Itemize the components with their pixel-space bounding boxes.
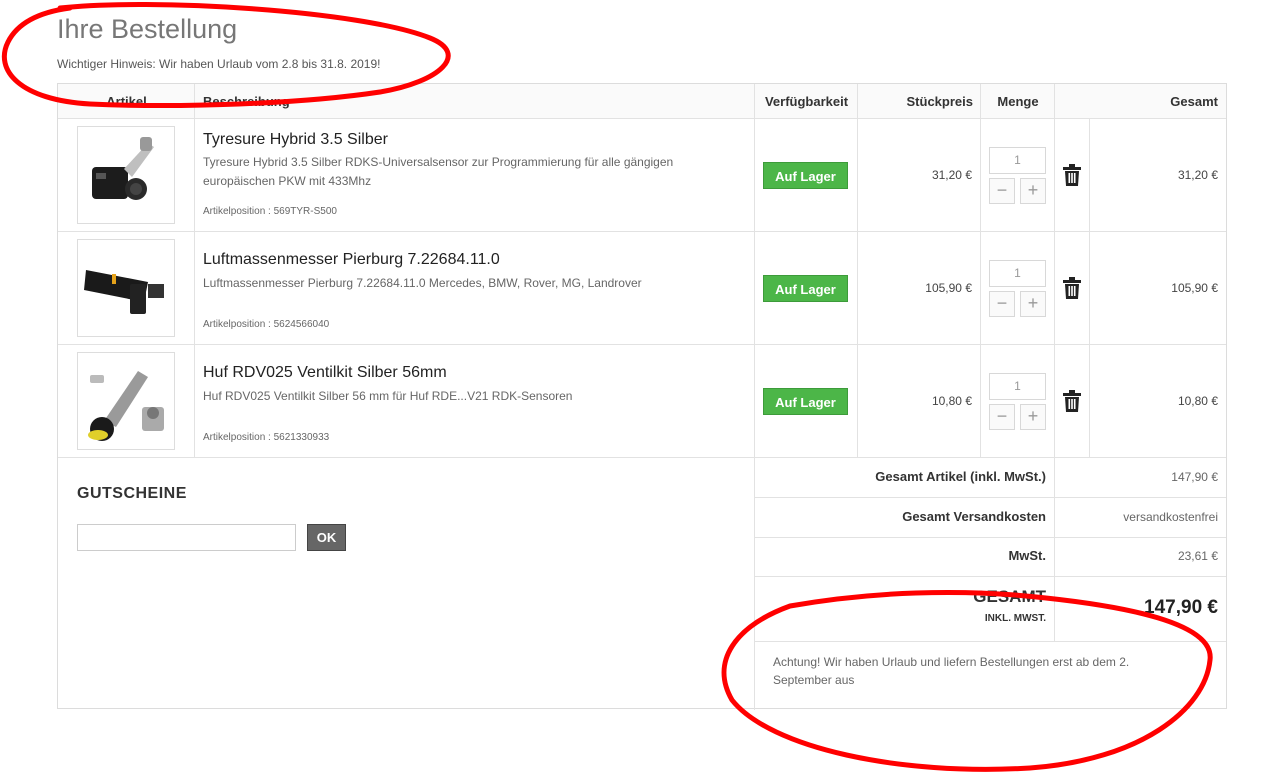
article-position: Artikelposition : 569TYR-S500 [203, 206, 337, 217]
grid-line [755, 497, 1226, 498]
grid-line [755, 576, 1226, 577]
vat-label: MwSt. [1008, 548, 1046, 563]
voucher-title: GUTSCHEINE [77, 485, 187, 502]
quantity-input[interactable]: 1 [989, 373, 1046, 400]
trash-icon[interactable] [1062, 390, 1082, 412]
quantity-decrease-button[interactable]: − [989, 178, 1015, 204]
vat-value: 23,61 € [1177, 549, 1218, 563]
cart-table: Artikel Beschreibung Verfügbarkeit Stück… [57, 83, 1227, 710]
table-row: Luftmassenmesser Pierburg 7.22684.11.0 L… [58, 232, 1226, 345]
holiday-note: Achtung! Wir haben Urlaub und liefern Be… [773, 655, 1130, 687]
quantity-increase-button[interactable]: + [1020, 404, 1046, 430]
air-mass-meter-image[interactable] [77, 239, 175, 337]
table-row: Huf RDV025 Ventilkit Silber 56mm Huf RDV… [58, 345, 1226, 458]
shipping-value: versandkostenfrei [1123, 510, 1218, 524]
product-description: Tyresure Hybrid 3.5 Silber RDKS-Universa… [203, 155, 674, 188]
product-title[interactable]: Luftmassenmesser Pierburg 7.22684.11.0 [203, 251, 500, 269]
grid-line [755, 537, 1226, 538]
article-position: Artikelposition : 5621330933 [203, 432, 330, 443]
grand-total-value: 147,90 € [1144, 597, 1218, 618]
header-quantity: Menge [981, 84, 1055, 119]
voucher-ok-button[interactable]: OK [307, 524, 346, 551]
items-total-value: 147,90 € [1171, 470, 1218, 484]
unit-price: 31,20 € [931, 168, 972, 182]
unit-price: 10,80 € [931, 394, 972, 408]
page-title: Ihre Bestellung [57, 14, 238, 44]
trash-icon[interactable] [1062, 277, 1082, 299]
header-total: Gesamt [1055, 84, 1226, 119]
holiday-notice: Wichtiger Hinweis: Wir haben Urlaub vom … [57, 57, 381, 71]
quantity-increase-button[interactable]: + [1020, 178, 1046, 204]
availability-badge: Auf Lager [763, 275, 848, 302]
grand-total-label: GESAMT [973, 587, 1046, 606]
availability-badge: Auf Lager [763, 162, 848, 189]
quantity-decrease-button[interactable]: − [989, 404, 1015, 430]
trash-icon[interactable] [1062, 164, 1082, 186]
quantity-input[interactable]: 1 [989, 147, 1046, 174]
line-total: 10,80 € [1177, 394, 1218, 408]
shipping-label: Gesamt Versandkosten [902, 509, 1046, 524]
header-unit-price: Stückpreis [858, 84, 981, 119]
product-title[interactable]: Tyresure Hybrid 3.5 Silber [203, 131, 388, 149]
tpms-sensor-image[interactable] [77, 126, 175, 224]
product-title[interactable]: Huf RDV025 Ventilkit Silber 56mm [203, 364, 447, 382]
valve-kit-image[interactable] [77, 352, 175, 450]
article-position: Artikelposition : 5624566040 [203, 319, 330, 330]
quantity-increase-button[interactable]: + [1020, 291, 1046, 317]
quantity-decrease-button[interactable]: − [989, 291, 1015, 317]
quantity-input[interactable]: 1 [989, 260, 1046, 287]
line-total: 105,90 € [1171, 281, 1218, 295]
table-row: Tyresure Hybrid 3.5 Silber Tyresure Hybr… [58, 119, 1226, 232]
product-description: Luftmassenmesser Pierburg 7.22684.11.0 M… [203, 276, 642, 290]
header-availability: Verfügbarkeit [755, 84, 858, 119]
grand-total-sub: INKL. MWST. [984, 613, 1046, 624]
items-total-label: Gesamt Artikel (inkl. MwSt.) [875, 469, 1046, 484]
header-article: Artikel [58, 84, 195, 119]
product-description: Huf RDV025 Ventilkit Silber 56 mm für Hu… [203, 389, 573, 403]
grid-line [755, 641, 1226, 642]
availability-badge: Auf Lager [763, 388, 848, 415]
line-total: 31,20 € [1177, 168, 1218, 182]
voucher-input[interactable] [77, 524, 296, 551]
unit-price: 105,90 € [925, 281, 972, 295]
header-description: Beschreibung [195, 84, 755, 119]
